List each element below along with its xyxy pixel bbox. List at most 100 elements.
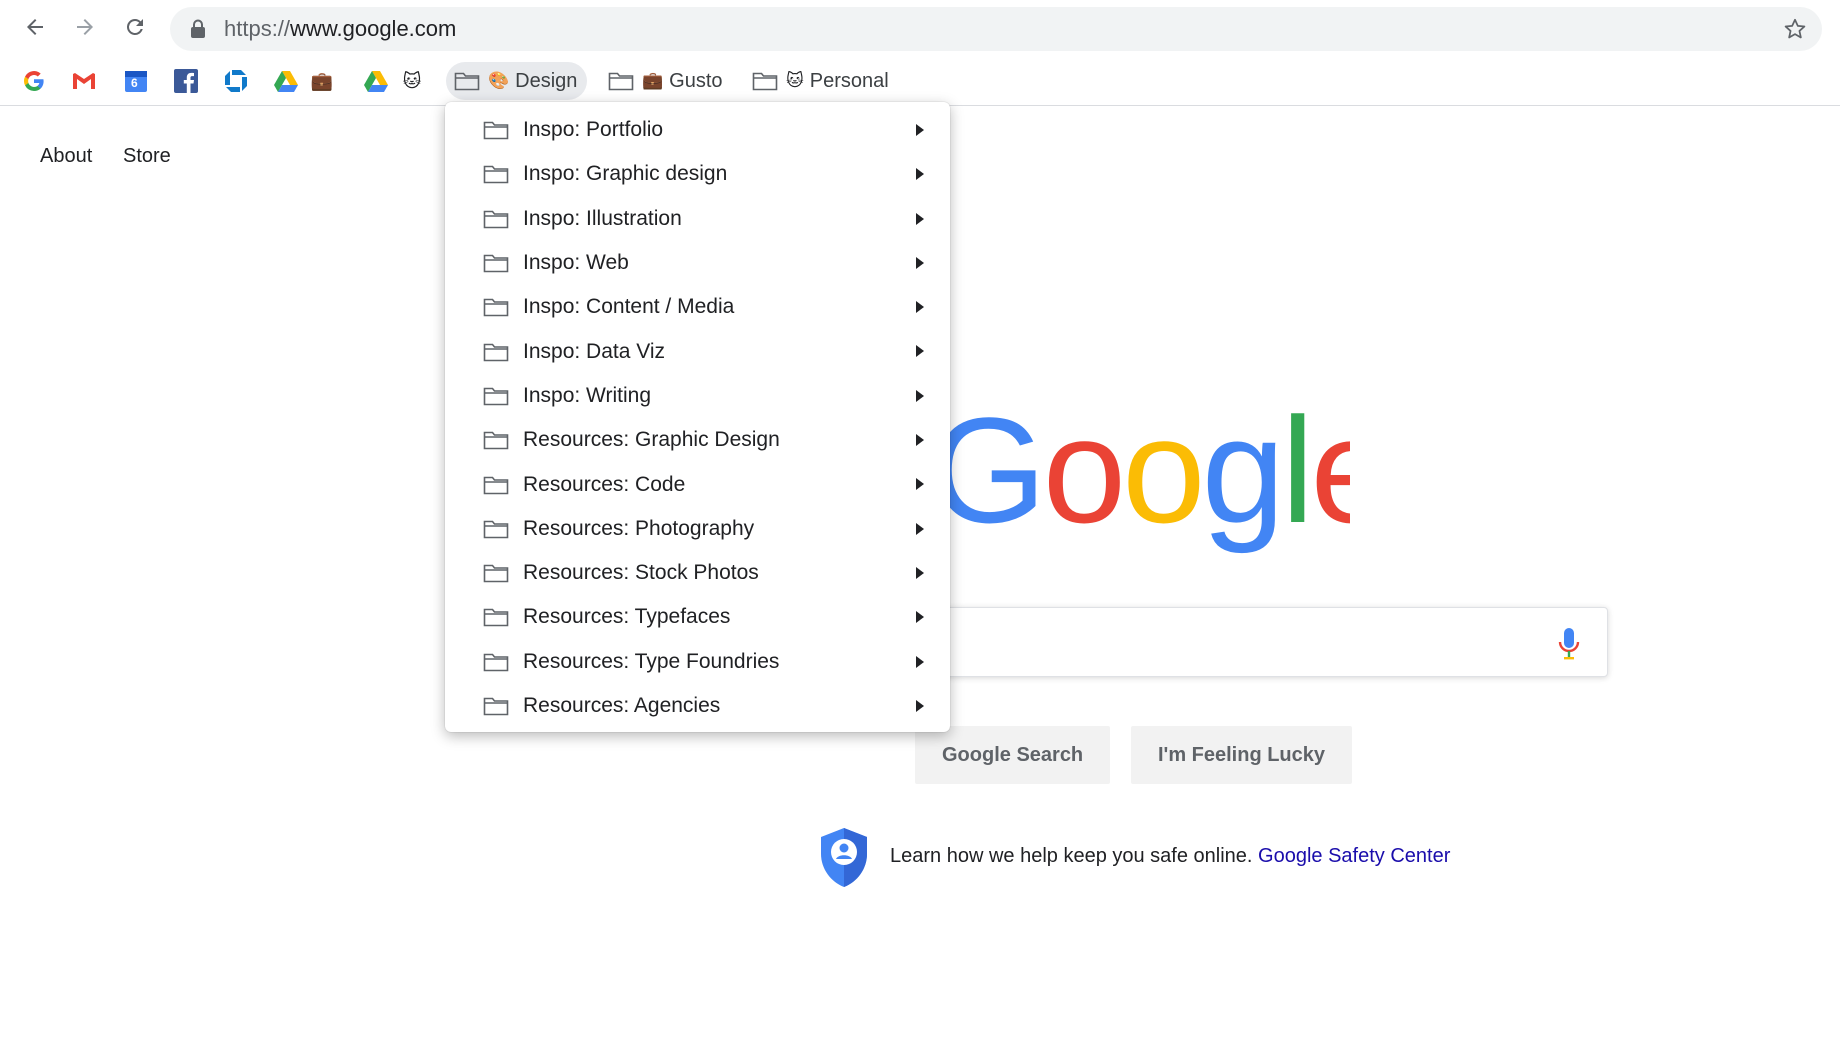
- folder-icon: [483, 476, 509, 494]
- menu-item-folder[interactable]: Inspo: Content / Media: [445, 285, 950, 329]
- facebook-icon: [174, 69, 198, 93]
- menu-item-folder[interactable]: Inspo: Web: [445, 241, 950, 285]
- bookmark-facebook[interactable]: [172, 67, 200, 95]
- menu-item-label: Resources: Code: [523, 472, 686, 496]
- menu-item-label: Inspo: Portfolio: [523, 118, 664, 142]
- folder-icon: [483, 609, 509, 627]
- bookmark-calendar[interactable]: 6: [122, 67, 150, 95]
- menu-item-label: Inspo: Illustration: [523, 206, 682, 230]
- bookmark-briefcase[interactable]: 💼: [308, 67, 336, 95]
- submenu-arrow-icon: [916, 345, 924, 358]
- emoji-icon: 🐱: [402, 70, 422, 91]
- bookmark-drive-2[interactable]: [362, 67, 390, 95]
- bookmark-gmail[interactable]: [70, 67, 98, 95]
- submenu-arrow-icon: [916, 434, 924, 447]
- design-folder-menu: Inspo: Portfolio Inspo: Graphic design Ins…: [445, 102, 950, 732]
- chase-icon: [225, 70, 247, 92]
- menu-item-folder[interactable]: Resources: Agencies: [445, 684, 950, 728]
- menu-item-folder[interactable]: Resources: Code: [445, 462, 950, 506]
- menu-item-folder[interactable]: Resources: Photography: [445, 507, 950, 551]
- reload-button[interactable]: [116, 8, 154, 46]
- folder-icon: [483, 254, 509, 273]
- google-logo: Google: [930, 400, 1350, 554]
- arrow-forward-icon: [77, 19, 93, 35]
- menu-item-label: Resources: Type Foundries: [523, 649, 780, 673]
- menu-item-folder[interactable]: Inspo: Graphic design: [445, 152, 950, 196]
- search-box[interactable]: [910, 607, 1608, 677]
- bookmark-star-icon[interactable]: [1782, 16, 1808, 42]
- drive-icon: [364, 71, 388, 92]
- drive-icon: [274, 71, 298, 92]
- browser-toolbar: https://www.google.com: [0, 0, 1840, 56]
- menu-item-label: Resources: Agencies: [523, 694, 721, 717]
- bookmark-chase[interactable]: [222, 67, 250, 95]
- safety-text: Learn how we help keep you safe online.: [890, 845, 1253, 867]
- folder-icon: [483, 343, 509, 361]
- folder-icon: [483, 121, 509, 140]
- url-host: www.google.com: [290, 16, 457, 41]
- about-link[interactable]: About: [40, 145, 92, 168]
- logo-letter: g: [1202, 400, 1281, 554]
- logo-letter: o: [1043, 400, 1122, 554]
- folder-icon: [483, 431, 509, 450]
- menu-item-folder[interactable]: Resources: Stock Photos: [445, 551, 950, 595]
- menu-item-label: Inspo: Writing: [523, 383, 651, 407]
- bookmark-emoji[interactable]: 🐱: [398, 67, 426, 95]
- bookmark-folder-personal[interactable]: 🐱 Personal: [744, 62, 899, 100]
- folder-icon: [483, 697, 509, 716]
- lock-icon: [191, 19, 205, 38]
- feeling-lucky-button[interactable]: I'm Feeling Lucky: [1131, 726, 1353, 784]
- submenu-arrow-icon: [916, 478, 924, 491]
- address-bar[interactable]: https://www.google.com: [170, 7, 1822, 51]
- google-icon: [24, 71, 44, 91]
- cat-emoji-icon: 🐱: [786, 71, 804, 90]
- submenu-arrow-icon: [916, 699, 924, 712]
- submenu-arrow-icon: [916, 389, 924, 402]
- bookmark-folder-label: Design: [515, 69, 578, 92]
- menu-item-label: Inspo: Graphic design: [523, 162, 728, 186]
- menu-item-label: Resources: Stock Photos: [523, 561, 759, 585]
- menu-item-folder[interactable]: Inspo: Writing: [445, 374, 950, 418]
- reload-icon: [126, 18, 143, 35]
- menu-item-folder[interactable]: Inspo: Data Viz: [445, 329, 950, 373]
- search-input[interactable]: [931, 622, 1511, 662]
- menu-item-label: Inspo: Data Viz: [523, 339, 666, 363]
- gmail-icon: [73, 73, 95, 89]
- bookmarks-bar: 6 💼 🐱 🎨 Design 💼 Gusto 🐱 Personal: [0, 56, 1840, 106]
- menu-item-folder[interactable]: Inspo: Illustration: [445, 197, 950, 241]
- submenu-arrow-icon: [916, 566, 924, 579]
- menu-item-folder[interactable]: Resources: Typefaces: [445, 595, 950, 639]
- forward-button[interactable]: [66, 8, 104, 46]
- store-link[interactable]: Store: [123, 145, 171, 168]
- microphone-icon[interactable]: [1557, 626, 1581, 662]
- url-scheme: https://: [224, 16, 291, 41]
- bookmark-drive[interactable]: [272, 67, 300, 95]
- bookmark-folder-design[interactable]: 🎨 Design: [446, 62, 588, 100]
- folder-icon: [752, 72, 778, 91]
- google-search-button[interactable]: Google Search: [915, 726, 1111, 784]
- bookmark-google[interactable]: [20, 67, 48, 95]
- palette-icon: 🎨: [488, 71, 510, 90]
- menu-item-folder[interactable]: Resources: Type Foundries: [445, 640, 950, 684]
- arrow-back-icon: [27, 19, 43, 35]
- folder-icon: [483, 653, 509, 672]
- folder-icon: [483, 564, 509, 583]
- url-text[interactable]: https://www.google.com: [224, 17, 456, 41]
- submenu-arrow-icon: [916, 256, 924, 269]
- folder-icon: [483, 520, 509, 539]
- folder-icon: [483, 210, 509, 229]
- back-button[interactable]: [16, 8, 54, 46]
- logo-letter: l: [1281, 400, 1310, 554]
- briefcase-icon: 💼: [310, 70, 334, 91]
- submenu-arrow-icon: [916, 655, 924, 668]
- safety-center-link[interactable]: Google Safety Center: [1258, 845, 1450, 867]
- menu-item-label: Inspo: Content / Media: [523, 295, 735, 319]
- submenu-arrow-icon: [916, 212, 924, 225]
- submenu-arrow-icon: [916, 611, 924, 624]
- menu-item-folder[interactable]: Inspo: Portfolio: [445, 108, 950, 152]
- menu-item-folder[interactable]: Resources: Graphic Design: [445, 418, 950, 462]
- submenu-arrow-icon: [916, 168, 924, 181]
- submenu-arrow-icon: [916, 124, 924, 136]
- menu-item-label: Resources: Typefaces: [523, 605, 731, 629]
- bookmark-folder-gusto[interactable]: 💼 Gusto: [600, 62, 733, 100]
